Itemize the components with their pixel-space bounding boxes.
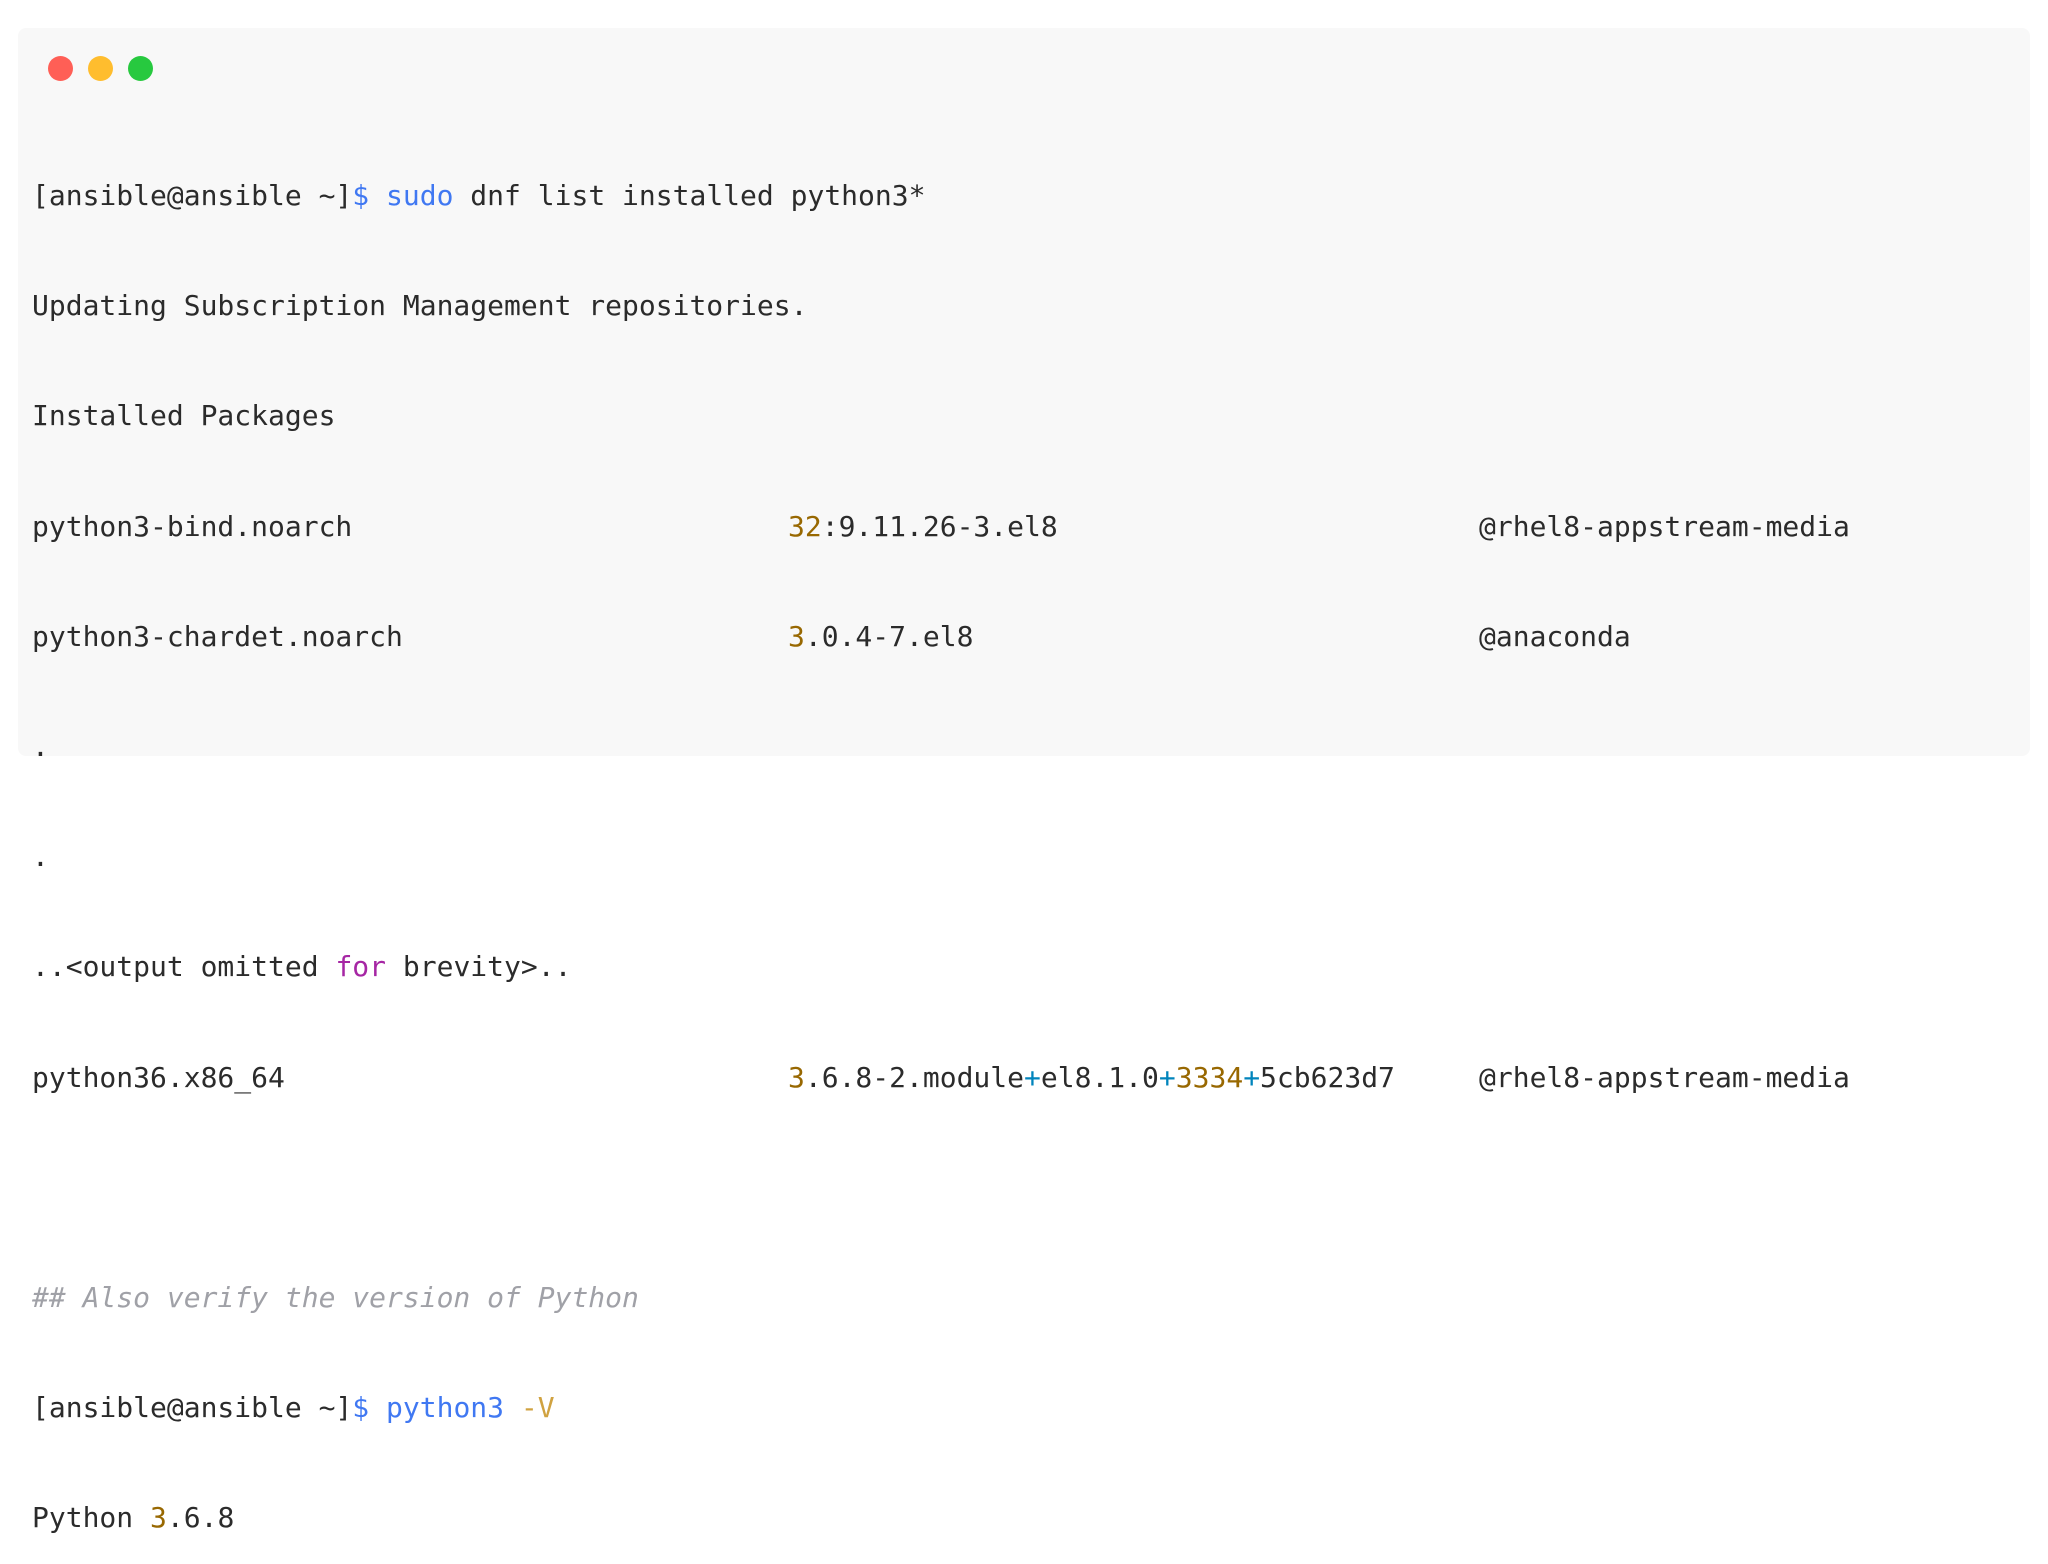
- sudo-keyword: sudo: [386, 179, 454, 212]
- package-name: python36.x86_64: [32, 1060, 285, 1094]
- prompt-dollar: $: [352, 179, 370, 212]
- omitted-line: ..<output omitted for brevity>..: [32, 950, 572, 984]
- prompt: [ansible@ansible ~]: [32, 1391, 353, 1425]
- package-version: 32:9.11.26-3.el8: [788, 509, 1058, 543]
- command-line-python: [ansible@ansible ~]$ python3 -V: [32, 1386, 925, 1430]
- prompt: [ansible@ansible ~]: [32, 179, 353, 212]
- package-version: 3.0.4-7.el8: [788, 619, 974, 653]
- maximize-button[interactable]: [128, 56, 153, 81]
- version-output: Python 3.6.8: [32, 1501, 235, 1535]
- minimize-button[interactable]: [88, 56, 113, 81]
- command-text: dnf list installed python3*: [453, 179, 926, 212]
- package-repo: @rhel8-appstream-media: [1479, 1060, 1850, 1094]
- output-line: .: [32, 729, 49, 763]
- prompt-dollar: $: [352, 1391, 370, 1425]
- package-name: python3-bind.noarch: [32, 509, 353, 543]
- output-line: Updating Subscription Management reposit…: [32, 289, 808, 323]
- output-line: Installed Packages: [32, 399, 336, 433]
- command-line-dnf: [ansible@ansible ~]$ sudo dnf list insta…: [32, 174, 925, 218]
- package-row: python3-chardet.noarch 3.0.4-7.el8 @anacon…: [32, 615, 1631, 659]
- comment-line: ## Also verify the version of Python: [32, 1280, 639, 1314]
- close-button[interactable]: [48, 56, 73, 81]
- package-row: python3-bind.noarch 32:9.11.26-3.el8 @rhel…: [32, 505, 1850, 549]
- package-row: python36.x86_64 3.6.8-2.module+el8.1.0+33…: [32, 1056, 1850, 1100]
- package-name: python3-chardet.noarch: [32, 619, 403, 653]
- package-repo: @anaconda: [1479, 619, 1631, 653]
- output-line: .: [32, 840, 49, 874]
- package-repo: @rhel8-appstream-media: [1479, 509, 1850, 543]
- package-version: 3.6.8-2.module+el8.1.0+3334+5cb623d7: [788, 1060, 1395, 1094]
- version-flag: -V: [520, 1391, 555, 1425]
- terminal-output[interactable]: [ansible@ansible ~]$ sudo dnf list insta…: [32, 108, 1850, 1564]
- python-command: python3: [386, 1391, 505, 1425]
